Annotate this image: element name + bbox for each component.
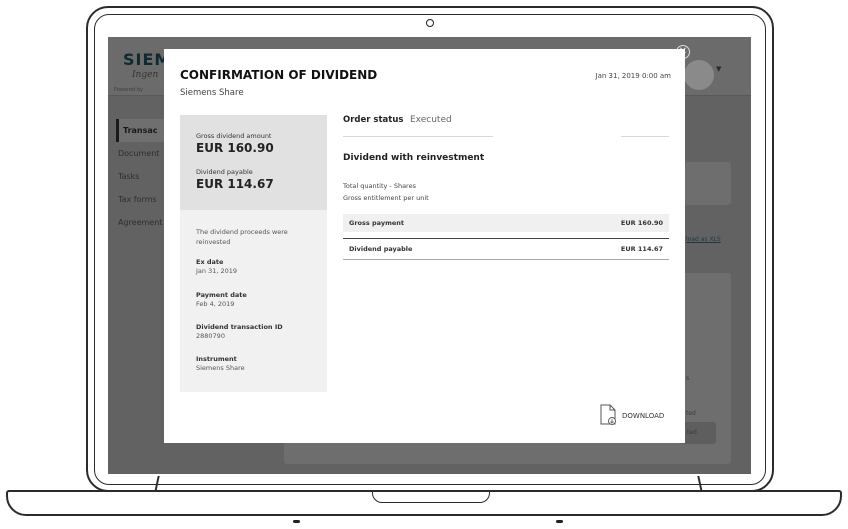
total-quantity-label: Total quantity - Shares xyxy=(343,182,416,190)
avatar[interactable] xyxy=(684,60,714,90)
chevron-down-icon[interactable]: ▼ xyxy=(716,65,721,73)
payment-date-value: Feb 4, 2019 xyxy=(196,300,235,308)
ex-date-label: Ex date xyxy=(196,258,224,266)
modal-date: Jan 31, 2019 0:00 am xyxy=(595,72,671,80)
gross-payment-label: Gross payment xyxy=(349,219,404,227)
transaction-id-label: Dividend transaction ID xyxy=(196,323,283,331)
dividend-summary-panel: Gross dividend amount EUR 160.90 Dividen… xyxy=(180,115,327,392)
ex-date-value: Jan 31, 2019 xyxy=(196,267,238,275)
gross-entitlement-label: Gross entitlement per unit xyxy=(343,194,429,202)
powered-by-text: Powered by xyxy=(114,87,143,93)
table-row: Gross payment EUR 160.90 xyxy=(343,214,669,232)
camera-icon xyxy=(426,19,434,27)
dividend-payable-row-value: EUR 114.67 xyxy=(620,245,663,253)
order-status-label: Order status xyxy=(343,115,404,125)
laptop-screen: SIEM Ingen Powered by ▼ Transac Document… xyxy=(108,37,751,474)
table-row: Dividend payable EUR 114.67 xyxy=(343,240,669,258)
dividend-payable-row-label: Dividend payable xyxy=(349,245,413,253)
divider xyxy=(343,136,493,137)
download-document-icon xyxy=(600,404,616,425)
divider xyxy=(621,136,669,137)
background-text: s xyxy=(686,375,690,382)
order-status-value: Executed xyxy=(410,115,452,125)
dividend-payable-label: Dividend payable xyxy=(196,168,253,176)
dividend-amounts-box: Gross dividend amount EUR 160.90 Dividen… xyxy=(180,115,327,210)
laptop-foot xyxy=(293,520,300,523)
payment-date-label: Payment date xyxy=(196,291,247,299)
section-title: Dividend with reinvestment xyxy=(343,153,485,163)
background-button-label: ted xyxy=(687,429,697,436)
transaction-id-value: 2880790 xyxy=(196,332,225,340)
divider xyxy=(343,238,669,239)
laptop-base-notch xyxy=(372,490,490,503)
instrument-label: Instrument xyxy=(196,355,237,363)
gross-payment-value: EUR 160.90 xyxy=(620,219,663,227)
background-text: ted xyxy=(686,410,696,417)
instrument-value: Siemens Share xyxy=(196,364,245,372)
modal-subtitle: Siemens Share xyxy=(180,88,244,98)
brand-tagline: Ingen xyxy=(132,70,159,80)
download-xls-link[interactable]: load as XLS xyxy=(686,236,721,243)
gross-dividend-label: Gross dividend amount xyxy=(196,132,272,140)
reinvested-note: The dividend proceeds were reinvested xyxy=(196,228,288,246)
divider xyxy=(343,259,669,260)
dividend-payable-value: EUR 114.67 xyxy=(196,177,274,191)
gross-dividend-value: EUR 160.90 xyxy=(196,141,274,155)
dividend-confirmation-modal: CONFIRMATION OF DIVIDEND Siemens Share J… xyxy=(164,49,685,443)
background-card xyxy=(684,162,731,205)
laptop-foot xyxy=(556,520,563,523)
modal-title: CONFIRMATION OF DIVIDEND xyxy=(180,68,378,82)
download-label: DOWNLOAD xyxy=(622,412,665,420)
